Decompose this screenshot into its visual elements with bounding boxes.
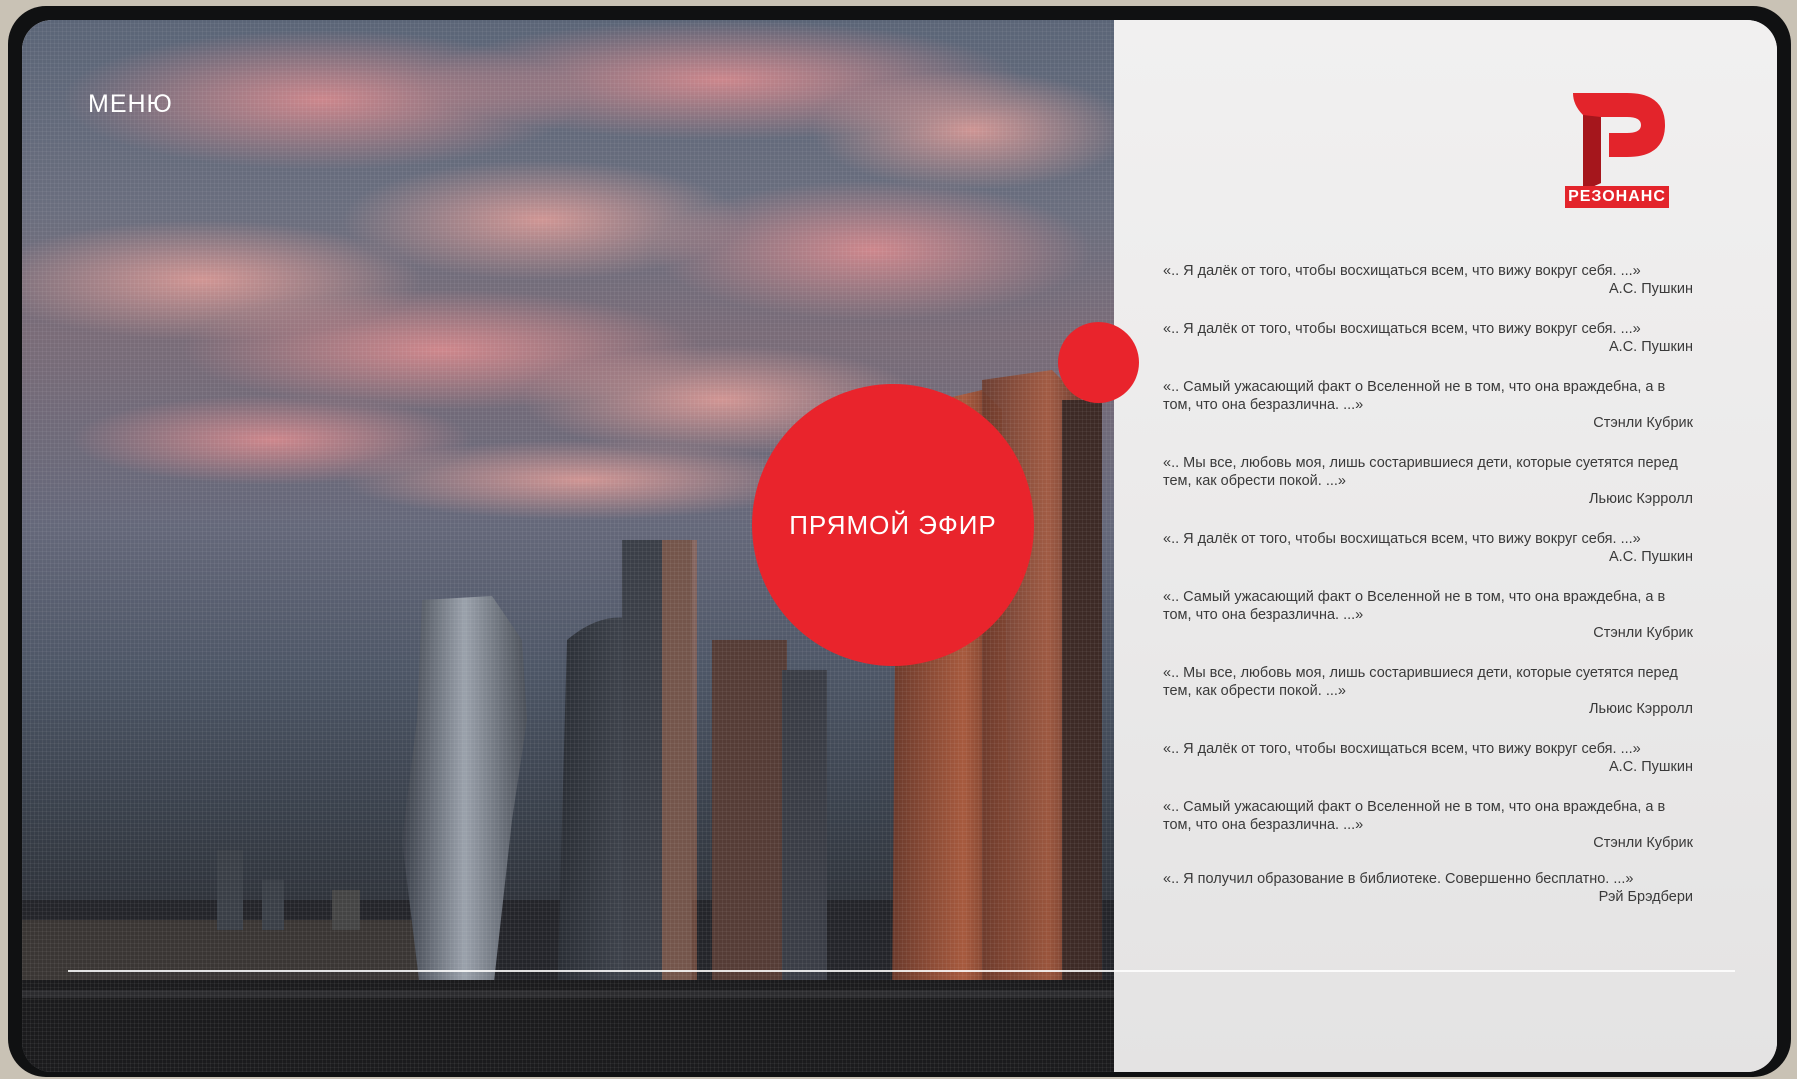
quote-author: Льюис Кэрролл <box>1589 491 1693 507</box>
quote-author: Стэнли Кубрик <box>1593 415 1693 431</box>
timeline-scrubber[interactable] <box>68 970 1735 972</box>
quote-item[interactable]: «.. Я далёк от того, чтобы восхищаться в… <box>1163 262 1693 298</box>
quote-author: А.С. Пушкин <box>1609 759 1693 775</box>
quote-item[interactable]: «.. Самый ужасающий факт о Вселенной не … <box>1163 798 1693 852</box>
quote-author: А.С. Пушкин <box>1609 281 1693 297</box>
quote-text: «.. Я далёк от того, чтобы восхищаться в… <box>1163 321 1641 337</box>
quote-item[interactable]: «.. Я далёк от того, чтобы восхищаться в… <box>1163 320 1693 356</box>
quote-item[interactable]: «.. Самый ужасающий факт о Вселенной не … <box>1163 378 1693 432</box>
accent-dot <box>1058 322 1139 403</box>
live-broadcast-button[interactable]: ПРЯМОЙ ЭФИР <box>752 384 1034 666</box>
quote-text: «.. Самый ужасающий факт о Вселенной не … <box>1163 799 1666 833</box>
quote-author: Рэй Брэдбери <box>1598 889 1693 905</box>
quote-text: «.. Я далёк от того, чтобы восхищаться в… <box>1163 741 1641 757</box>
quote-author: А.С. Пушкин <box>1609 549 1693 565</box>
quote-author: Льюис Кэрролл <box>1589 701 1693 717</box>
quote-text: «.. Самый ужасающий факт о Вселенной не … <box>1163 589 1666 623</box>
quote-author: А.С. Пушкин <box>1609 339 1693 355</box>
quote-item[interactable]: «.. Я получил образование в библиотеке. … <box>1163 870 1693 906</box>
quote-text: «.. Мы все, любовь моя, лишь состарившие… <box>1163 455 1678 489</box>
quote-item[interactable]: «.. Мы все, любовь моя, лишь состарившие… <box>1163 454 1693 508</box>
quote-text: «.. Я получил образование в библиотеке. … <box>1163 871 1634 887</box>
quote-item[interactable]: «.. Я далёк от того, чтобы восхищаться в… <box>1163 740 1693 776</box>
quote-text: «.. Я далёк от того, чтобы восхищаться в… <box>1163 531 1641 547</box>
quote-author: Стэнли Кубрик <box>1593 835 1693 851</box>
quote-author: Стэнли Кубрик <box>1593 625 1693 641</box>
menu-button[interactable]: МЕНЮ <box>88 90 173 119</box>
quote-item[interactable]: «.. Я далёк от того, чтобы восхищаться в… <box>1163 530 1693 566</box>
quote-item[interactable]: «.. Самый ужасающий факт о Вселенной не … <box>1163 588 1693 642</box>
quote-text: «.. Мы все, любовь моя, лишь состарившие… <box>1163 665 1678 699</box>
brand-name: РЕЗОНАНС <box>1565 186 1669 208</box>
quote-item[interactable]: «.. Мы все, любовь моя, лишь состарившие… <box>1163 664 1693 718</box>
quotes-list: «.. Я далёк от того, чтобы восхищаться в… <box>1163 262 1693 928</box>
quote-text: «.. Я далёк от того, чтобы восхищаться в… <box>1163 263 1641 279</box>
quote-text: «.. Самый ужасающий факт о Вселенной не … <box>1163 379 1666 413</box>
